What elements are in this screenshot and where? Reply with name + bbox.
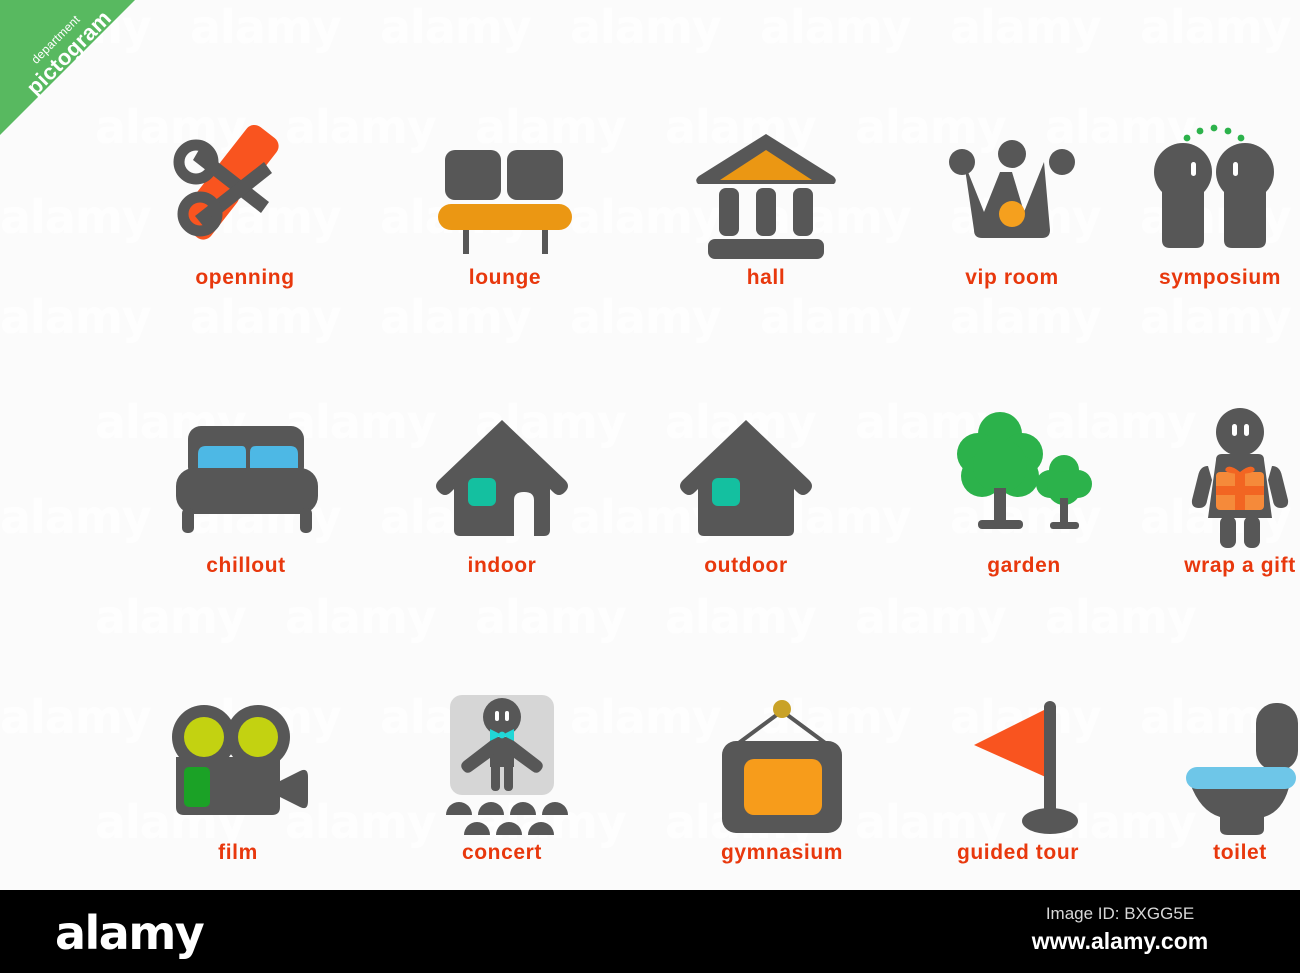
pictogram-sheet: alamy alamy alamy alamy alamy alamy alamy alamy… <box>0 0 1300 973</box>
crown-icon <box>932 120 1092 260</box>
two-people-talking-icon <box>1140 120 1300 260</box>
icon-cell-vip-room[interactable]: vip room <box>912 120 1112 290</box>
icon-cell-chillout[interactable]: chillout <box>146 408 346 578</box>
scissors-ribbon-icon <box>165 120 325 260</box>
icon-label: wrap a gift <box>1184 554 1296 577</box>
icon-label: guided tour <box>956 841 1080 864</box>
icon-cell-indoor[interactable]: indoor <box>402 408 602 578</box>
bench-sofa-icon <box>425 120 585 260</box>
two-trees-icon <box>944 408 1104 548</box>
toilet-icon <box>1160 695 1300 835</box>
icon-label: symposium <box>1158 266 1282 289</box>
icon-cell-gymnasium[interactable]: gymnasium <box>682 695 882 865</box>
icon-cell-openning[interactable]: openning <box>145 120 345 290</box>
icon-cell-lounge[interactable]: lounge <box>405 120 605 290</box>
icon-label: concert <box>461 841 543 864</box>
flag-pole-icon <box>938 695 1098 835</box>
corner-banner: department pictogram <box>0 0 135 135</box>
house-with-door-icon <box>422 408 582 548</box>
icon-label: openning <box>195 266 295 289</box>
icon-label: indoor <box>467 554 537 577</box>
image-id-text: Image ID: BXGG5E <box>1045 904 1195 923</box>
icon-cell-film[interactable]: film <box>138 695 338 865</box>
icon-label: film <box>218 841 258 864</box>
icon-row-1: openning lounge hall vip room symposium <box>0 120 1300 320</box>
icon-row-2: chillout indoor outdoor garden wrap a gi… <box>0 408 1300 608</box>
icon-cell-symposium[interactable]: symposium <box>1120 120 1300 290</box>
icon-row-3: film concert gymnasium guided tour toile… <box>0 695 1300 895</box>
bed-icon <box>166 408 326 548</box>
hanging-scoreboard-icon <box>702 695 862 835</box>
performer-on-stage-icon <box>422 695 582 835</box>
person-holding-gift-icon <box>1160 408 1300 548</box>
icon-grid: openning lounge hall vip room symposium … <box>0 0 1300 890</box>
icon-label: chillout <box>206 554 286 577</box>
icon-cell-wrap-a-gift[interactable]: wrap a gift <box>1140 408 1300 578</box>
icon-cell-concert[interactable]: concert <box>402 695 602 865</box>
classical-building-icon <box>686 120 846 260</box>
alamy-logo: alamy <box>55 906 205 960</box>
icon-label: toilet <box>1213 841 1267 864</box>
website-text: www.alamy.com <box>1031 928 1209 954</box>
icon-label: gymnasium <box>720 841 844 864</box>
movie-camera-icon <box>158 695 318 835</box>
icon-cell-guided-tour[interactable]: guided tour <box>918 695 1118 865</box>
icon-label: outdoor <box>704 554 788 577</box>
icon-cell-garden[interactable]: garden <box>924 408 1124 578</box>
icon-label: lounge <box>468 266 542 289</box>
alamy-footer-bar: alamy Image ID: BXGG5E www.alamy.com <box>0 890 1300 973</box>
icon-label: vip room <box>965 266 1059 289</box>
icon-cell-hall[interactable]: hall <box>666 120 866 290</box>
icon-cell-outdoor[interactable]: outdoor <box>646 408 846 578</box>
icon-cell-toilet[interactable]: toilet <box>1140 695 1300 865</box>
icon-label: hall <box>746 266 786 289</box>
icon-label: garden <box>987 554 1061 577</box>
house-solid-icon <box>666 408 826 548</box>
